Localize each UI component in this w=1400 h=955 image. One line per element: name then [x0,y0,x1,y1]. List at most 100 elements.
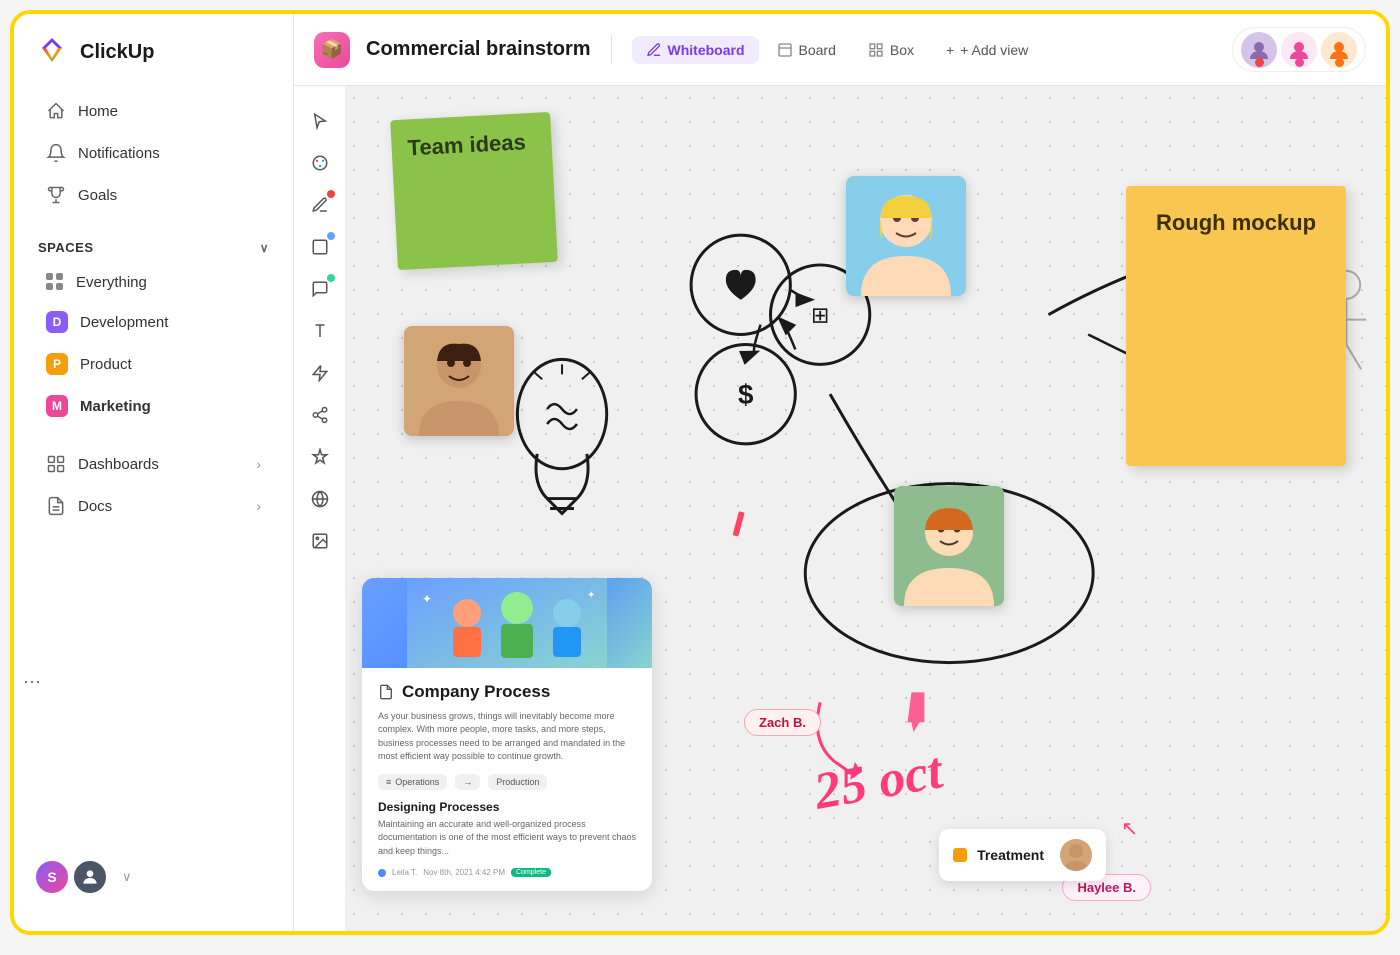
tab-box[interactable]: Box [854,36,928,64]
sidebar-item-docs[interactable]: Docs › [22,486,285,526]
sidebar: ClickUp Home Notifications Goals Spaces … [14,14,294,931]
app-frame: ClickUp Home Notifications Goals Spaces … [10,10,1390,935]
dashboards-chevron-icon[interactable]: › [256,456,261,472]
sidebar-item-development[interactable]: D Development [22,302,285,342]
bell-icon [46,143,66,163]
square-icon [311,238,329,256]
doc-tag-operations: ≡ Operations [378,774,447,790]
docs-label: Docs [78,498,112,515]
topbar-right [1232,27,1366,72]
sticky-note-yellow[interactable]: Rough mockup [1126,186,1346,466]
sidebar-item-dashboards[interactable]: Dashboards › [22,444,285,484]
tab-board[interactable]: Board [763,36,850,64]
add-view-button[interactable]: + + Add view [932,36,1042,64]
share-icon [311,406,329,424]
box-tab-label: Box [890,42,914,58]
project-icon: 📦 [314,32,350,68]
treatment-card[interactable]: Treatment [939,829,1106,881]
topbar-user-3 [1321,32,1357,67]
whiteboard-canvas[interactable]: ⊞ $ [294,86,1386,931]
doc-date: Nov 8th, 2021 4:42 PM [423,868,505,877]
doc-icon [378,684,394,700]
treatment-avatar [1060,839,1092,871]
person-face-2 [846,176,966,296]
doc-footer-dot [378,869,386,877]
spaces-section-header: Spaces ∨ [14,232,293,263]
svg-text:✦: ✦ [422,592,432,606]
shape-tool-button[interactable] [301,228,339,266]
doc-tags: ≡ Operations → Production [378,774,636,790]
box-icon [868,42,884,58]
text-tool-button[interactable] [301,312,339,350]
clickup-logo-icon [34,34,70,70]
person-face-1 [404,326,514,436]
dashboards-label: Dashboards [78,456,159,473]
add-icon: + [946,42,954,58]
person-face-3 [894,486,1004,606]
cursor-tool-button[interactable] [301,102,339,140]
treatment-color-box [953,848,967,862]
palette-icon [311,154,329,172]
more-options-button[interactable]: ··· [14,663,50,699]
spaces-chevron-icon[interactable]: ∨ [260,241,269,255]
doc-card-header: ✦ ✦ [362,578,652,668]
note-tool-dot [327,274,335,282]
lightning-icon [311,364,329,382]
connector-tool-button[interactable] [301,354,339,392]
name-tag-zach: Zach B. [744,709,821,736]
svg-text:$: $ [738,379,754,410]
app-name: ClickUp [80,41,154,64]
document-card[interactable]: ✦ ✦ Company Process As your business gro… [362,578,652,892]
doc-header-illustration: ✦ ✦ [407,578,607,668]
pencil-tool-button[interactable] [301,186,339,224]
topbar-divider [611,35,612,65]
share-tool-button[interactable] [301,396,339,434]
sticky-yellow-text: Rough mockup [1156,210,1316,236]
user-avatar-s[interactable]: S [34,859,70,895]
development-label: Development [80,314,168,331]
treatment-label: Treatment [977,847,1044,863]
sticky-note-green[interactable]: Team ideas [390,112,558,270]
doc-card-body: Company Process As your business grows, … [362,668,652,892]
view-tabs: Whiteboard Board Box + + Add view [632,36,1043,64]
cursor-indicator: ↖ [1121,816,1138,841]
sidebar-item-notifications[interactable]: Notifications [22,133,285,173]
sparkle-icon [311,448,329,466]
docs-icon [46,496,66,516]
oct-date-text: 25 oct [810,741,947,821]
sidebar-item-goals[interactable]: Goals [22,175,285,215]
note-icon [311,280,329,298]
doc-tag-arrow: → [455,774,480,790]
image-tool-button[interactable] [301,522,339,560]
trophy-icon [46,185,66,205]
user-avatar-b[interactable] [72,859,108,895]
user-status-dot-2 [1295,58,1304,67]
doc-body-text: As your business grows, things will inev… [378,710,636,764]
dashboards-icon [46,454,66,474]
logo-area[interactable]: ClickUp [14,34,293,90]
product-label: Product [80,356,132,373]
cursor-icon [311,112,329,130]
note-tool-button[interactable] [301,270,339,308]
palette-tool-button[interactable] [301,144,339,182]
list-icon: ≡ [386,777,391,787]
doc-tag-production: Production [488,774,547,790]
sparkle-tool-button[interactable] [301,438,339,476]
docs-chevron-icon[interactable]: › [256,498,261,514]
sidebar-item-home[interactable]: Home [22,91,285,131]
user-dropdown-icon[interactable]: ∨ [122,869,132,885]
sidebar-item-marketing[interactable]: M Marketing [22,386,285,426]
user-status-dot-3 [1335,58,1344,67]
add-view-label: + Add view [960,42,1028,58]
board-tab-label: Board [799,42,836,58]
doc-footer: Leila T. Nov 8th, 2021 4:42 PM Complete [378,868,636,877]
tab-whiteboard[interactable]: Whiteboard [632,36,759,64]
home-label: Home [78,103,118,120]
globe-tool-button[interactable] [301,480,339,518]
sidebar-item-product[interactable]: P Product [22,344,285,384]
topbar-user-2 [1281,32,1317,67]
main-area: 📦 Commercial brainstorm Whiteboard Board [294,14,1386,931]
sidebar-item-everything[interactable]: Everything [22,264,285,300]
marketing-label: Marketing [80,398,151,415]
left-toolbar [294,86,346,931]
